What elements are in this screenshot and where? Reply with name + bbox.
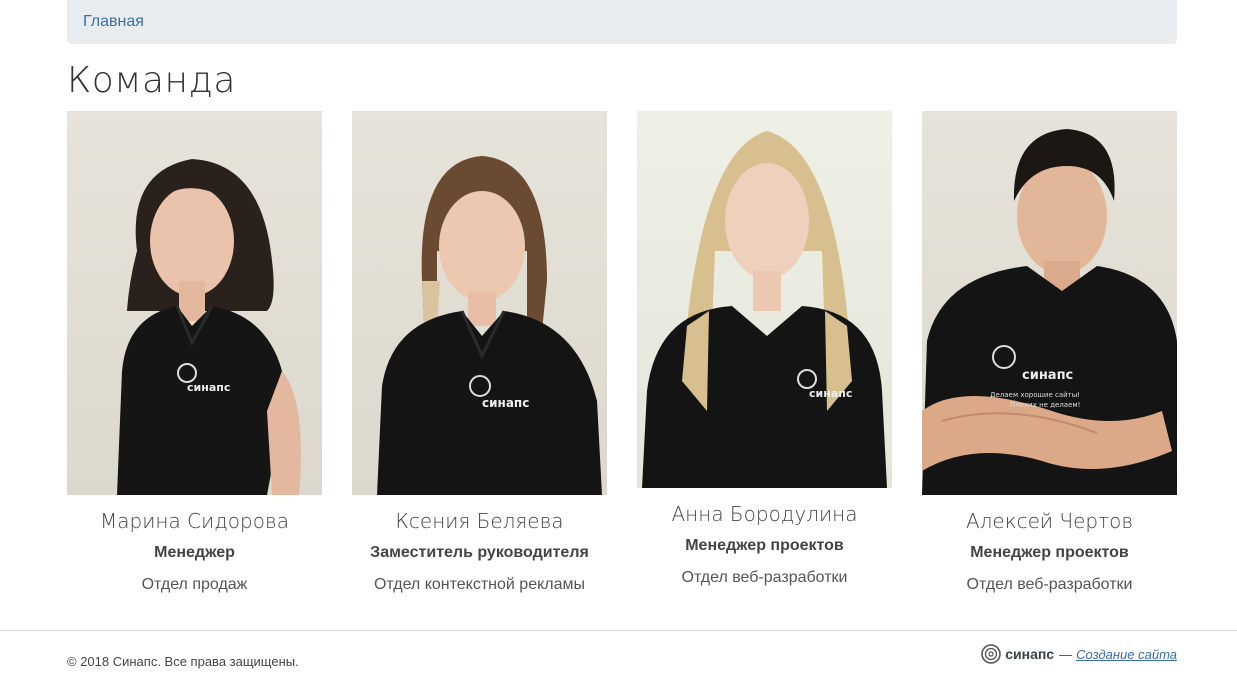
team-member-photo: синапс [67, 111, 322, 495]
person-photo-illustration: синапс [377, 156, 602, 495]
svg-text:синапс: синапс [187, 381, 230, 394]
team-member-department: Отдел веб-разработки [966, 576, 1133, 593]
team-member-photo: синапс [352, 111, 607, 495]
team-member-card: синапс Анна Бородулина Менеджер проектов… [637, 111, 892, 588]
team-member-name: Марина Сидорова [100, 509, 289, 533]
page-title: Команда [67, 60, 236, 101]
team-grid: синапс Марина Сидорова Менеджер Отдел пр… [67, 111, 1177, 611]
team-member-role: Менеджер проектов [970, 544, 1129, 561]
svg-text:синапс: синапс [1022, 368, 1073, 383]
team-member-role: Менеджер проектов [685, 537, 844, 554]
svg-text:Плохих не делаем!: Плохих не делаем! [1010, 401, 1081, 409]
footer-copyright: © 2018 Синапс. Все права защищены. [67, 654, 299, 669]
breadcrumb: Главная [67, 0, 1177, 44]
team-member-department: Отдел продаж [141, 576, 248, 593]
site-creation-link[interactable]: Создание сайта [1076, 647, 1177, 662]
footer-credits: синапс — Создание сайта [980, 642, 1177, 666]
team-member-role: Менеджер [154, 544, 235, 561]
team-member-name: Алексей Чертов [965, 509, 1134, 533]
team-member-card: синапс Ксения Беляева Заместитель руково… [352, 111, 607, 595]
footer-logo: синапс [980, 642, 1054, 666]
person-photo-illustration: синапс [117, 159, 301, 495]
svg-text:Делаем хорошие сайты!: Делаем хорошие сайты! [990, 391, 1080, 399]
footer-dash: — [1059, 646, 1073, 662]
team-member-department: Отдел контекстной рекламы [373, 576, 586, 593]
svg-text:синапс: синапс [482, 396, 529, 410]
synapse-logo-icon [981, 644, 1002, 664]
team-member-name: Ксения Беляева [395, 509, 564, 533]
team-member-photo: синапс [637, 111, 892, 488]
team-member-role: Заместитель руководителя [370, 544, 589, 561]
team-member-department: Отдел веб-разработки [681, 569, 848, 586]
person-photo-illustration: синапс [642, 131, 887, 488]
breadcrumb-home-link[interactable]: Главная [83, 13, 144, 30]
team-member-card: синапс Делаем хорошие сайты! Плохих не д… [922, 111, 1177, 595]
footer-divider [0, 630, 1237, 631]
footer-logo-text: синапс [1005, 646, 1055, 662]
svg-text:синапс: синапс [809, 387, 852, 400]
team-member-photo: синапс Делаем хорошие сайты! Плохих не д… [922, 111, 1177, 495]
person-photo-illustration: синапс Делаем хорошие сайты! Плохих не д… [922, 129, 1177, 495]
team-member-name: Анна Бородулина [671, 502, 858, 526]
team-member-card: синапс Марина Сидорова Менеджер Отдел пр… [67, 111, 322, 595]
